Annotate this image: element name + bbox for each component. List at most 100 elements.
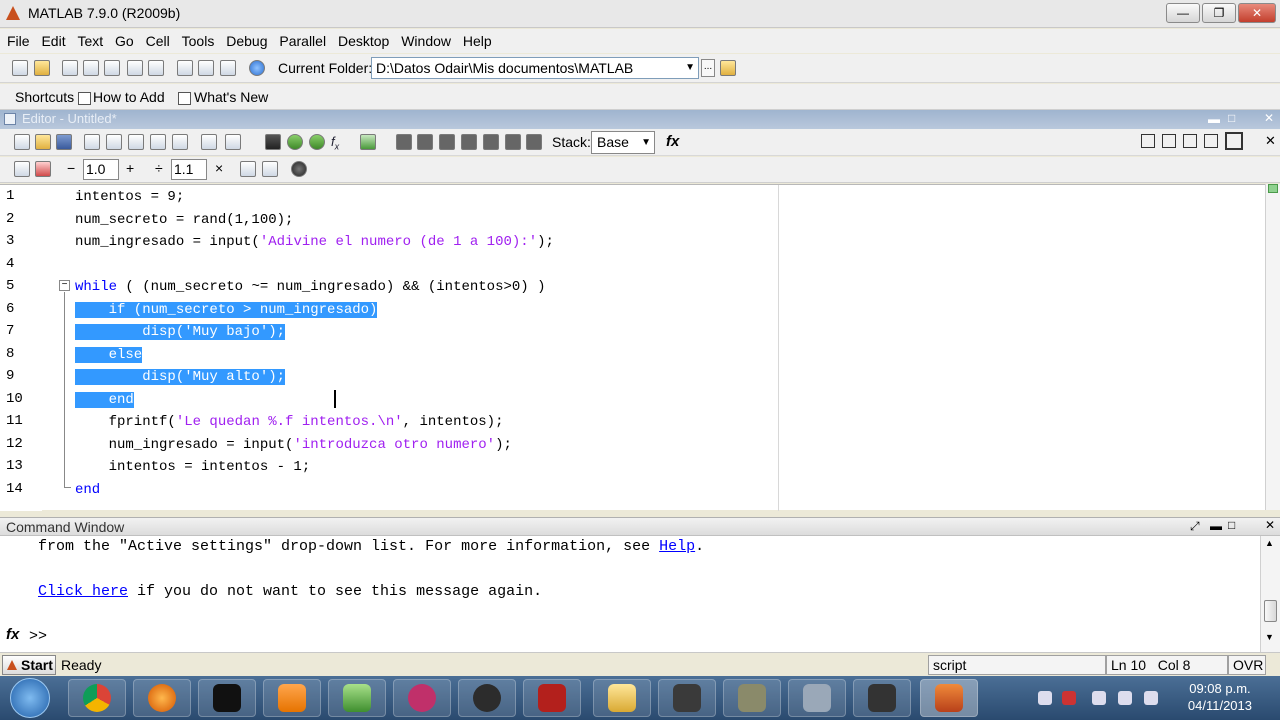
code-editor[interactable]: 1 2 3 4 5 6 7 8 9 10 11 12 13 14 − intentos = 9; num_s…: [0, 184, 1265, 511]
command-window[interactable]: from the "Active settings" drop-down lis…: [0, 536, 1265, 652]
menu-help[interactable]: Help: [463, 29, 492, 53]
multiply-button[interactable]: ×: [215, 160, 223, 176]
collapse-while-icon[interactable]: −: [59, 280, 70, 291]
tray-app-icon[interactable]: [1062, 691, 1076, 705]
close-doc-icon[interactable]: ✕: [1265, 133, 1276, 149]
menu-file[interactable]: File: [7, 29, 30, 53]
continue-icon[interactable]: [505, 134, 521, 150]
back-icon[interactable]: [287, 134, 303, 150]
menu-go[interactable]: Go: [115, 29, 134, 53]
taskbar-matlab[interactable]: [920, 679, 978, 717]
undo-icon[interactable]: [127, 60, 143, 76]
chevron-down-icon[interactable]: ▼: [685, 58, 695, 78]
start-button[interactable]: Start: [2, 655, 56, 675]
code-line[interactable]: intentos = intentos - 1;: [75, 457, 311, 477]
new-file-icon[interactable]: [12, 60, 28, 76]
chevron-down-icon[interactable]: ▼: [641, 132, 651, 153]
click-here-link[interactable]: Click here: [38, 583, 128, 600]
fx-function-icon[interactable]: fx: [331, 134, 339, 152]
comment-icon[interactable]: [225, 134, 241, 150]
code-line[interactable]: else: [75, 345, 143, 365]
code-line[interactable]: num_ingresado = input('Adivine el numero…: [75, 232, 554, 252]
code-line[interactable]: fprintf('Le quedan %.f intentos.\n', int…: [75, 412, 504, 432]
fx-prompt-icon[interactable]: fx: [6, 626, 19, 643]
breakpoint-icon[interactable]: [396, 134, 412, 150]
taskbar-steam[interactable]: [458, 679, 516, 717]
signal-icon[interactable]: [1144, 691, 1158, 705]
minimize-button[interactable]: —: [1166, 3, 1200, 23]
taskbar-sublime[interactable]: [658, 679, 716, 717]
float-icon[interactable]: [1204, 134, 1218, 148]
editor-cut-icon[interactable]: [84, 134, 100, 150]
go-up-folder-icon[interactable]: [720, 60, 736, 76]
menu-tools[interactable]: Tools: [182, 29, 215, 53]
cell-value-input-1[interactable]: 1.0: [83, 159, 119, 180]
code-line[interactable]: while ( (num_secreto ~= num_ingresado) &…: [75, 277, 546, 297]
how-to-add-link[interactable]: How to Add: [93, 89, 165, 105]
menu-cell[interactable]: Cell: [146, 29, 170, 53]
info-icon[interactable]: [291, 161, 307, 177]
scroll-down-icon[interactable]: ▼: [1265, 632, 1274, 642]
taskbar-app13[interactable]: [853, 679, 911, 717]
guide-icon[interactable]: [198, 60, 214, 76]
fx-icon[interactable]: fx: [666, 133, 679, 150]
step-in-icon[interactable]: [461, 134, 477, 150]
print-icon[interactable]: [201, 134, 217, 150]
taskbar-app5[interactable]: [328, 679, 386, 717]
step-out-icon[interactable]: [483, 134, 499, 150]
editor-undo-icon[interactable]: [150, 134, 166, 150]
browse-folder-button[interactable]: ...: [701, 59, 715, 77]
whats-new-link[interactable]: What's New: [194, 89, 268, 105]
editor-close-icon[interactable]: ✕: [1264, 111, 1274, 125]
cell-eval-icon[interactable]: [14, 161, 30, 177]
editor-vertical-scrollbar[interactable]: [1265, 184, 1280, 510]
taskbar-vlc[interactable]: [263, 679, 321, 717]
taskbar-chrome[interactable]: [68, 679, 126, 717]
menu-window[interactable]: Window: [401, 29, 451, 53]
scroll-up-icon[interactable]: ▲: [1265, 538, 1274, 548]
forward-icon[interactable]: [309, 134, 325, 150]
simulink-icon[interactable]: [177, 60, 193, 76]
editor-maximize-icon[interactable]: □: [1228, 111, 1235, 125]
maximize-doc-icon[interactable]: [1225, 132, 1243, 150]
split-horizontal-icon[interactable]: [1183, 134, 1197, 148]
code-line[interactable]: end: [75, 390, 134, 410]
run-icon[interactable]: [360, 134, 376, 150]
close-button[interactable]: ✕: [1238, 3, 1276, 23]
taskbar-app6[interactable]: [393, 679, 451, 717]
uncomment-percent-icon[interactable]: [262, 161, 278, 177]
code-line[interactable]: if (num_secreto > num_ingresado): [75, 300, 378, 320]
cmd-undock-icon[interactable]: ⤢: [1190, 519, 1200, 534]
code-line[interactable]: end: [75, 480, 100, 500]
step-icon[interactable]: [439, 134, 455, 150]
code-line[interactable]: disp('Muy alto');: [75, 367, 286, 387]
exit-debug-icon[interactable]: [526, 134, 542, 150]
redo-icon[interactable]: [148, 60, 164, 76]
menu-parallel[interactable]: Parallel: [279, 29, 326, 53]
divide-button[interactable]: ÷: [155, 160, 163, 176]
code-line[interactable]: num_ingresado = input('introduzca otro n…: [75, 435, 512, 455]
cell-value-input-2[interactable]: 1.1: [171, 159, 207, 180]
windows-start-orb-icon[interactable]: [10, 678, 50, 718]
help-link[interactable]: Help: [659, 538, 695, 555]
editor-paste-icon[interactable]: [128, 134, 144, 150]
taskbar-filezilla[interactable]: [523, 679, 581, 717]
menu-debug[interactable]: Debug: [226, 29, 267, 53]
paste-icon[interactable]: [104, 60, 120, 76]
battery-icon[interactable]: [1118, 691, 1132, 705]
cmd-maximize-icon[interactable]: □: [1228, 518, 1235, 532]
code-line[interactable]: num_secreto = rand(1,100);: [75, 210, 293, 230]
copy-icon[interactable]: [83, 60, 99, 76]
cell-eval-advance-icon[interactable]: [35, 161, 51, 177]
increment-button[interactable]: +: [126, 160, 134, 176]
editor-copy-icon[interactable]: [106, 134, 122, 150]
taskbar-explorer[interactable]: [593, 679, 651, 717]
profiler-icon[interactable]: [220, 60, 236, 76]
scroll-thumb[interactable]: [1264, 600, 1277, 622]
restore-button[interactable]: ❐: [1202, 3, 1236, 23]
shortcuts-label[interactable]: Shortcuts: [15, 89, 74, 105]
taskbar-clock[interactable]: 09:08 p.m. 04/11/2013: [1188, 680, 1252, 714]
cmd-close-icon[interactable]: ✕: [1265, 518, 1275, 532]
editor-redo-icon[interactable]: [172, 134, 188, 150]
code-line[interactable]: intentos = 9;: [75, 187, 184, 207]
